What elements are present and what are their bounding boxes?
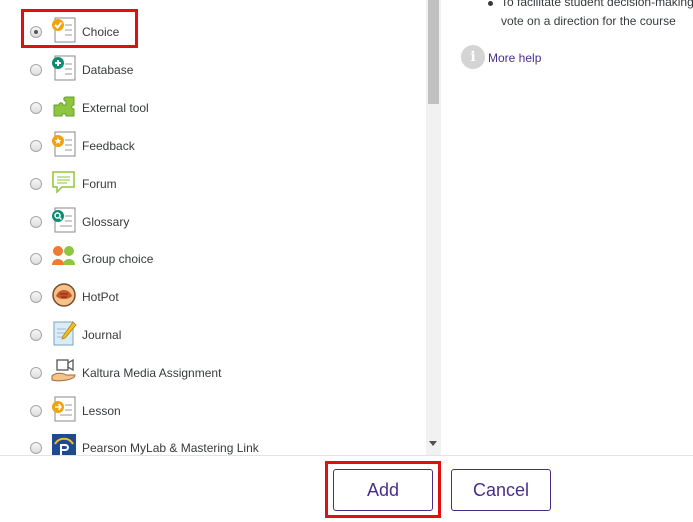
activity-label-pearson: Pearson MyLab & Mastering Link	[82, 441, 259, 455]
activity-label-feedback: Feedback	[82, 139, 135, 153]
scrollbar-thumb[interactable]	[428, 0, 439, 104]
pearson-icon	[51, 433, 77, 455]
pearson-radio[interactable]	[30, 442, 42, 454]
journal-radio[interactable]	[30, 329, 42, 341]
activity-label-kaltura: Kaltura Media Assignment	[82, 366, 222, 380]
activity-option-kaltura[interactable]: Kaltura Media Assignment	[0, 354, 426, 392]
feedback-radio[interactable]	[30, 140, 42, 152]
forum-radio[interactable]	[30, 178, 42, 190]
database-radio[interactable]	[30, 64, 42, 76]
activity-option-glossary[interactable]: Glossary	[0, 203, 426, 241]
activity-option-feedback[interactable]: Feedback	[0, 127, 426, 165]
database-icon	[51, 55, 77, 81]
activity-label-group-choice: Group choice	[82, 252, 154, 266]
activity-label-external-tool: External tool	[82, 101, 149, 115]
feedback-icon	[51, 131, 77, 157]
external-tool-radio[interactable]	[30, 102, 42, 114]
forum-icon	[51, 169, 77, 195]
choice-icon	[51, 17, 77, 43]
scroll-down-arrow-icon[interactable]	[429, 441, 437, 446]
info-icon: i	[461, 45, 485, 69]
hotpot-radio[interactable]	[30, 291, 42, 303]
glossary-icon	[51, 207, 77, 233]
add-button[interactable]: Add	[333, 469, 433, 511]
group-choice-radio[interactable]	[30, 253, 42, 265]
activity-label-lesson: Lesson	[82, 404, 121, 418]
activity-list-scrollbar[interactable]	[426, 0, 441, 455]
kaltura-icon	[51, 358, 77, 384]
journal-icon	[51, 320, 77, 346]
lesson-radio[interactable]	[30, 405, 42, 417]
external-tool-icon	[51, 93, 77, 119]
activity-list[interactable]: Choice Database External tool Feedback F…	[0, 0, 426, 455]
activity-option-forum[interactable]: Forum	[0, 165, 426, 203]
activity-label-forum: Forum	[82, 177, 117, 191]
activity-option-journal[interactable]: Journal	[0, 316, 426, 354]
activity-label-journal: Journal	[82, 328, 122, 342]
activity-label-choice: Choice	[82, 25, 120, 39]
choice-radio[interactable]	[30, 26, 42, 38]
activity-option-choice[interactable]: Choice	[0, 13, 426, 51]
activity-help-pane: To facilitate student decision-making vo…	[441, 0, 693, 455]
bullet-icon	[488, 1, 493, 6]
help-bullet-text-line2: vote on a direction for the course	[501, 14, 676, 28]
glossary-radio[interactable]	[30, 216, 42, 228]
activity-option-group-choice[interactable]: Group choice	[0, 240, 426, 278]
kaltura-radio[interactable]	[30, 367, 42, 379]
activity-option-hotpot[interactable]: HotPot	[0, 278, 426, 316]
activity-label-hotpot: HotPot	[82, 290, 119, 304]
cancel-button[interactable]: Cancel	[451, 469, 551, 511]
dialog-footer: Add Cancel	[0, 455, 693, 522]
activity-option-lesson[interactable]: Lesson	[0, 392, 426, 430]
more-help-link[interactable]: More help	[488, 51, 541, 65]
lesson-icon	[51, 396, 77, 422]
activity-label-database: Database	[82, 63, 134, 77]
hotpot-icon	[51, 282, 77, 308]
help-bullet-text-line1: To facilitate student decision-making	[501, 0, 693, 9]
activity-label-glossary: Glossary	[82, 215, 130, 229]
activity-option-database[interactable]: Database	[0, 51, 426, 89]
activity-option-pearson[interactable]: Pearson MyLab & Mastering Link	[0, 429, 426, 455]
activity-option-external-tool[interactable]: External tool	[0, 89, 426, 127]
group-choice-icon	[51, 244, 77, 270]
